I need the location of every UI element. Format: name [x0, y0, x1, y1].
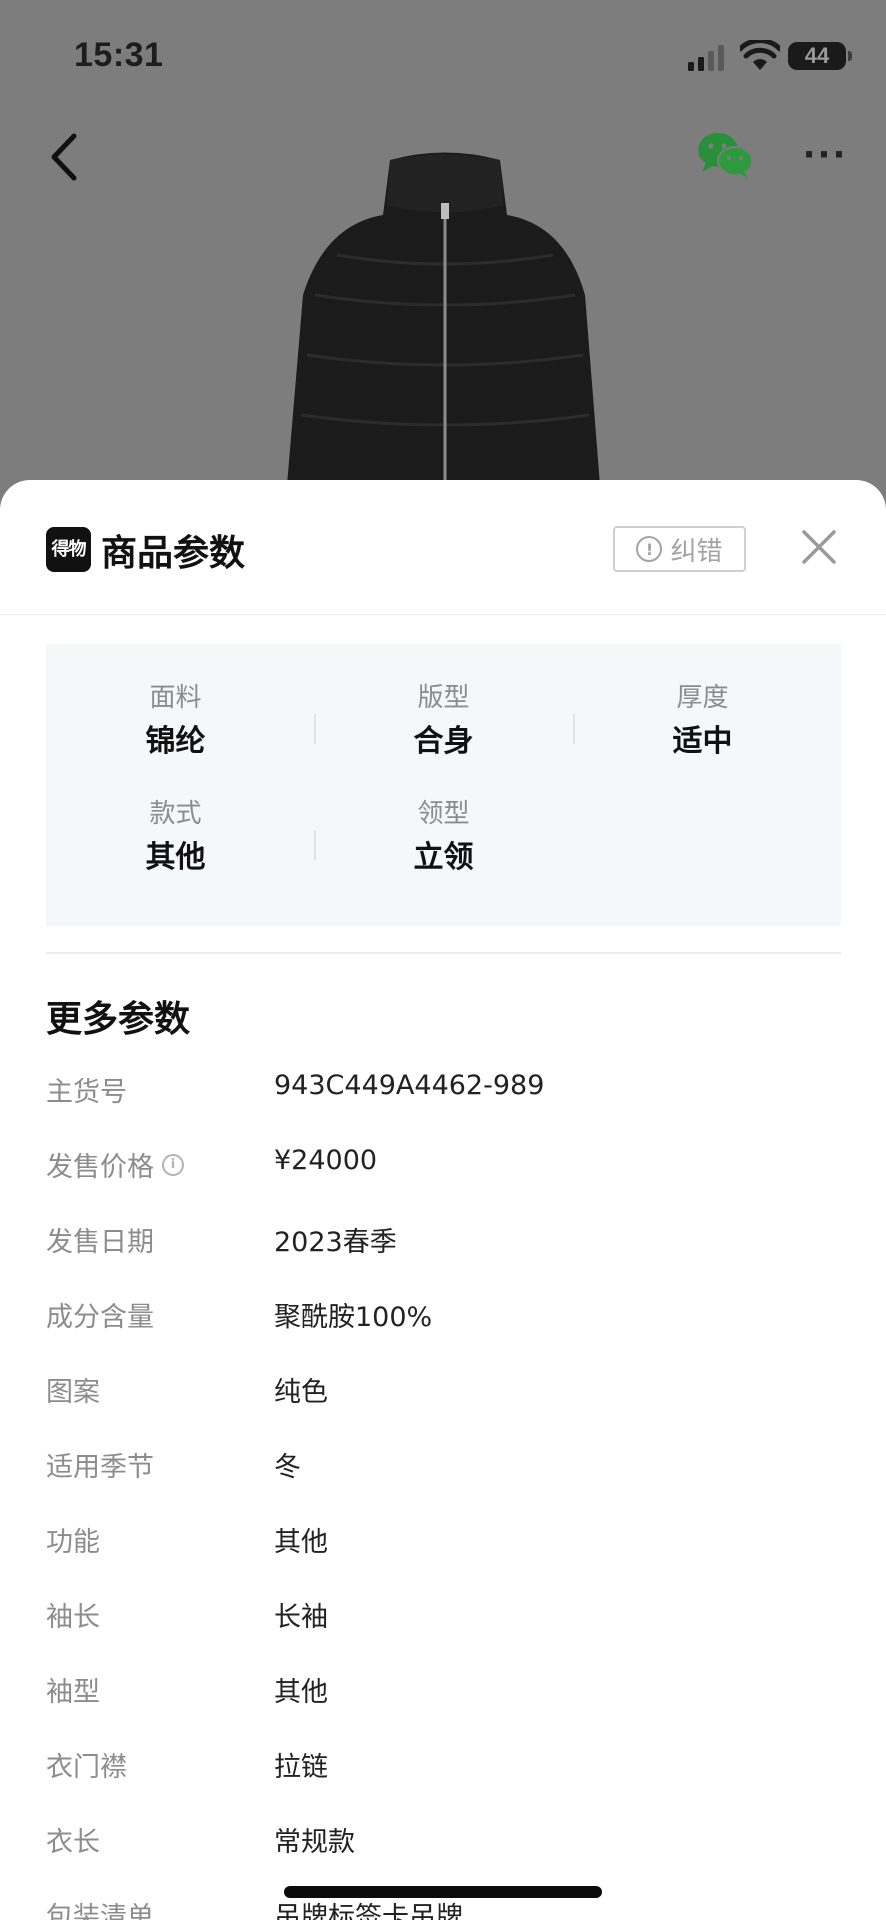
spec-label-text: 发售价格 — [46, 1152, 154, 1183]
spec-label-text: 袖长 — [46, 1602, 100, 1633]
spec-label-text: 包装清单 — [46, 1902, 154, 1920]
back-icon[interactable] — [46, 130, 82, 184]
spec-label-text: 发售日期 — [46, 1227, 154, 1258]
spec-label: 功能 — [46, 1520, 100, 1559]
spec-label-text: 图案 — [46, 1377, 100, 1408]
key-param-fabric: 面料 锦纶 — [46, 680, 305, 762]
report-error-button[interactable]: ! 纠错 — [613, 526, 746, 572]
home-indicator — [284, 1886, 602, 1898]
key-param-label: 面料 — [149, 683, 202, 713]
spec-value: 纯色 — [274, 1377, 328, 1408]
spec-value: 拉链 — [274, 1752, 328, 1783]
key-param-thickness: 厚度 适中 — [573, 680, 832, 762]
spec-label-text: 成分含量 — [46, 1302, 154, 1333]
spec-row: 成分含量 聚酰胺100% — [46, 1275, 841, 1350]
sheet-header: 得物 商品参数 ! 纠错 — [0, 480, 886, 615]
spec-row: 图案 纯色 — [46, 1350, 841, 1425]
spec-label: 适用季节 — [46, 1445, 154, 1484]
spec-label: 发售日期 — [46, 1220, 154, 1259]
product-image — [287, 152, 600, 485]
spec-value: 2023春季 — [274, 1227, 397, 1258]
key-param-value: 锦纶 — [145, 724, 206, 759]
wechat-icon[interactable] — [696, 130, 754, 180]
battery-icon: 44 — [788, 42, 852, 70]
alert-icon: ! — [636, 536, 663, 562]
status-bar: 15:31 44 — [0, 0, 886, 110]
key-param-style: 款式 其他 — [46, 796, 305, 878]
close-icon[interactable] — [800, 528, 838, 566]
spec-label-text: 袖型 — [46, 1677, 100, 1708]
spec-row: 适用季节 冬 — [46, 1425, 841, 1500]
spec-label: 成分含量 — [46, 1295, 154, 1334]
screen: 15:31 44 ··· 得物 商品参数 ! 纠错 面料 锦纶 版型 合身 厚度… — [0, 0, 886, 1920]
more-icon[interactable]: ··· — [800, 138, 850, 172]
product-params-sheet: 得物 商品参数 ! 纠错 面料 锦纶 版型 合身 厚度 适中 款式 其他 领型 … — [0, 480, 886, 1920]
signal-icon — [688, 45, 724, 71]
key-param-value: 其他 — [145, 840, 206, 875]
key-param-label: 版型 — [417, 683, 470, 713]
spec-value: 其他 — [274, 1527, 328, 1558]
spec-label: 发售价格 i — [46, 1145, 184, 1184]
battery-level: 44 — [804, 43, 830, 68]
key-params-panel: 面料 锦纶 版型 合身 厚度 适中 款式 其他 领型 立领 — [46, 644, 841, 926]
status-time: 15:31 — [74, 36, 164, 74]
spec-row: 主货号 943C449A4462-989 — [46, 1050, 841, 1125]
sheet-title: 商品参数 — [101, 533, 246, 574]
key-param-label: 厚度 — [676, 683, 729, 713]
spec-label-text: 适用季节 — [46, 1452, 154, 1483]
key-param-label: 款式 — [149, 799, 202, 829]
spec-label: 包装清单 — [46, 1895, 154, 1920]
spec-row: 发售价格 i ¥24000 — [46, 1125, 841, 1200]
spec-label-text: 功能 — [46, 1527, 100, 1558]
report-error-label: 纠错 — [670, 536, 723, 567]
key-param-label: 领型 — [417, 799, 470, 829]
key-param-collar: 领型 立领 — [314, 796, 573, 878]
spec-label: 袖型 — [46, 1670, 100, 1709]
info-icon[interactable]: i — [162, 1153, 184, 1176]
spec-row: 袖长 长袖 — [46, 1575, 841, 1650]
spec-value: 冬 — [274, 1452, 301, 1483]
key-param-fit: 版型 合身 — [314, 680, 573, 762]
spec-row: 袖型 其他 — [46, 1650, 841, 1725]
spec-list: 主货号 943C449A4462-989 发售价格 i ¥24000 发售日期 … — [46, 1050, 841, 1920]
spec-label: 衣长 — [46, 1820, 100, 1859]
spec-value: 其他 — [274, 1677, 328, 1708]
spec-label: 衣门襟 — [46, 1745, 127, 1784]
brand-logo: 得物 — [46, 527, 91, 572]
spec-label: 主货号 — [46, 1070, 127, 1109]
spec-value: 吊牌标签卡吊牌 — [274, 1902, 463, 1920]
more-params-title: 更多参数 — [46, 999, 191, 1040]
spec-row: 衣长 常规款 — [46, 1800, 841, 1875]
spec-row: 功能 其他 — [46, 1500, 841, 1575]
spec-value: ¥24000 — [274, 1145, 378, 1176]
spec-value: 常规款 — [274, 1827, 355, 1858]
spec-value: 943C449A4462-989 — [274, 1070, 545, 1101]
spec-row: 发售日期 2023春季 — [46, 1200, 841, 1275]
key-param-value: 合身 — [413, 724, 474, 759]
spec-label-text: 衣门襟 — [46, 1752, 127, 1783]
spec-row: 衣门襟 拉链 — [46, 1725, 841, 1800]
section-divider — [46, 952, 841, 954]
key-param-value: 适中 — [672, 724, 733, 759]
spec-value: 长袖 — [274, 1602, 328, 1633]
spec-value: 聚酰胺100% — [274, 1302, 433, 1333]
key-param-value: 立领 — [413, 840, 474, 875]
wifi-icon — [740, 40, 780, 70]
spec-label: 图案 — [46, 1370, 100, 1409]
spec-label-text: 衣长 — [46, 1827, 100, 1858]
spec-label-text: 主货号 — [46, 1077, 127, 1108]
spec-label: 袖长 — [46, 1595, 100, 1634]
